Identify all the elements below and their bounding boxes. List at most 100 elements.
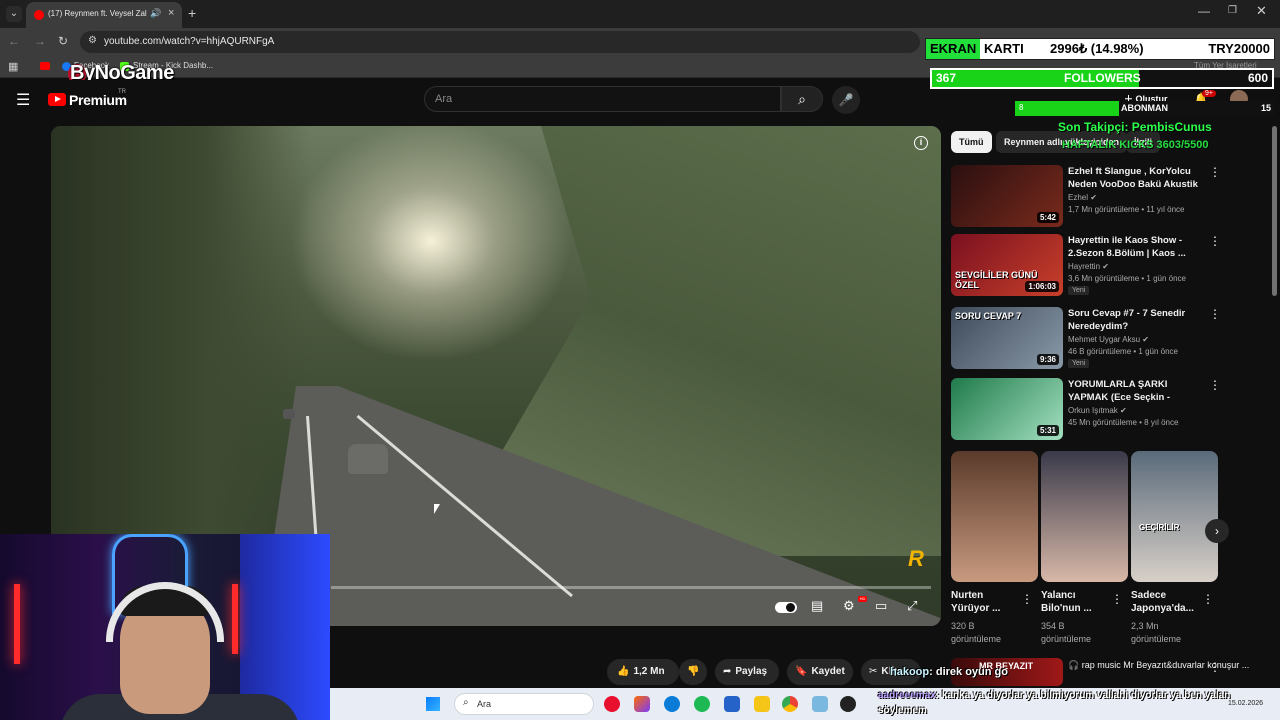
theater-mode-icon[interactable]: ▭ <box>875 598 887 614</box>
youtube-favicon-icon <box>34 10 44 20</box>
obs-icon[interactable] <box>840 696 856 712</box>
hamburger-menu-icon[interactable]: ☰ <box>16 90 30 110</box>
store-icon[interactable] <box>724 696 740 712</box>
sidebar-scrollbar[interactable] <box>1272 126 1277 296</box>
search-placeholder: Ara <box>435 93 453 105</box>
windows-start-icon[interactable] <box>426 697 440 711</box>
chat-message: aadreeemax: kanka ya diyorlar ya bilmiyo… <box>878 688 1278 718</box>
video-duration: 9:36 <box>1036 354 1059 365</box>
like-button[interactable]: 👍 1,2 Mn <box>607 659 679 685</box>
video-meta: 1,7 Mn görüntüleme • 11 yıl önce <box>1068 205 1185 214</box>
omnibox[interactable]: ⚙ youtube.com/watch?v=hhjAQURNFgA <box>80 31 920 53</box>
more-options-icon[interactable]: ⋮ <box>1209 234 1221 248</box>
tab-close-icon[interactable]: × <box>168 7 174 19</box>
apps-grid-icon[interactable]: ▦ <box>8 60 18 73</box>
forward-arrow-icon[interactable]: → <box>34 34 46 48</box>
video-progress-bar[interactable] <box>331 586 931 589</box>
video-thumbnail[interactable]: 5:31 <box>951 378 1063 440</box>
save-button[interactable]: 🔖 Kaydet <box>787 659 853 685</box>
minimize-icon[interactable]: — <box>1198 4 1210 18</box>
channel-label: Mehmet Uygar Aksu <box>1068 335 1141 344</box>
url-text[interactable]: youtube.com/watch?v=hhjAQURNFgA <box>104 36 274 47</box>
file-explorer-icon[interactable] <box>754 696 770 712</box>
video-title[interactable]: Hayrettin ile Kaos Show - 2.Sezon 8.Bölü… <box>1068 234 1208 260</box>
browser-tab[interactable]: (17) Reynmen ft. Veysel Zal 🔊 × <box>26 2 182 28</box>
region-code: TR <box>118 89 126 95</box>
more-options-icon[interactable]: ⋮ <box>1209 165 1221 179</box>
video-title[interactable]: Soru Cevap #7 - 7 Senedir Neredeydim? <box>1068 307 1208 333</box>
reload-icon[interactable]: ↻ <box>58 34 68 48</box>
goal-current-amount: 2996₺ (14.98%) <box>1050 41 1144 56</box>
app-icon[interactable] <box>812 696 828 712</box>
followers-current: 367 <box>936 71 957 85</box>
more-options-icon[interactable]: ⋮ <box>1209 660 1221 674</box>
video-title[interactable]: YORUMLARLA ŞARKI YAPMAK (Ece Seçkin - Ad… <box>1068 378 1208 404</box>
autoplay-toggle[interactable] <box>775 602 797 613</box>
back-arrow-icon[interactable]: ← <box>8 34 20 48</box>
shorts-title[interactable]: Yalancı Bilo'nun ... <box>1041 589 1111 615</box>
speaker-icon[interactable]: 🔊 <box>150 8 161 19</box>
channel-name[interactable]: Ezhel ✔ <box>1068 193 1097 202</box>
chrome-icon[interactable] <box>782 696 798 712</box>
video-title[interactable]: Ezhel ft Slangue , KorYolcu Neden VooDoo… <box>1068 165 1208 191</box>
youtube-bookmark-icon[interactable] <box>40 62 50 70</box>
more-options-icon[interactable]: ⋮ <box>1111 592 1123 606</box>
subscription-goal-bar: 8 ABONMAN 15 <box>1015 101 1275 116</box>
new-tab-icon[interactable]: + <box>188 5 196 21</box>
recommendation-item[interactable]: SEVGİLİLER GÜNÜ ÖZEL 1:06:03 Hayrettin i… <box>951 234 1271 298</box>
taskbar-search-input[interactable]: ⌕ Ara <box>454 693 594 715</box>
spotify-icon[interactable] <box>694 696 710 712</box>
search-input[interactable]: Ara <box>424 86 781 112</box>
dislike-button[interactable]: 👎 <box>679 659 707 685</box>
shorts-thumbnail[interactable]: GEÇİRİLİR <box>1131 451 1218 582</box>
chip-all[interactable]: Tümü <box>951 131 992 153</box>
fullscreen-icon[interactable]: ⤢ <box>907 598 917 614</box>
more-options-icon[interactable]: ⋮ <box>1202 592 1214 606</box>
channel-name[interactable]: Orkun Işıtmak ✔ <box>1068 406 1127 415</box>
chat-username: hakoop <box>890 666 930 678</box>
video-title[interactable]: 🎧 rap music Mr Beyazıt&duvarlar konuşur … <box>1068 660 1249 671</box>
settings-gear-icon[interactable]: ⚙ <box>843 598 855 614</box>
shorts-thumbnail[interactable] <box>951 451 1038 582</box>
channel-name[interactable]: Mehmet Uygar Aksu ✔ <box>1068 335 1149 344</box>
voice-search-button[interactable]: 🎤 <box>832 86 860 114</box>
shorts-title[interactable]: Nurten Yürüyor ... <box>951 589 1021 615</box>
window-close-icon[interactable]: ✕ <box>1256 3 1267 19</box>
channel-label: Hayrettin <box>1068 262 1101 271</box>
youtube-logo-icon[interactable] <box>48 93 66 106</box>
video-thumbnail[interactable]: 5:42 <box>951 165 1063 227</box>
info-icon[interactable]: i <box>914 136 928 150</box>
shorts-title[interactable]: Sadece Japonya'da... <box>1131 589 1201 615</box>
goal-karti-label: KARTI <box>984 41 1024 56</box>
shorts-thumbnail[interactable] <box>1041 451 1128 582</box>
media-app-icon[interactable] <box>604 696 620 712</box>
restore-icon[interactable]: ❐ <box>1228 5 1237 16</box>
edge-icon[interactable] <box>664 696 680 712</box>
copilot-icon[interactable] <box>634 696 650 712</box>
search-icon: ⌕ <box>798 91 806 107</box>
site-info-icon[interactable]: ⚙ <box>88 35 97 46</box>
search-icon: ⌕ <box>463 697 469 708</box>
more-options-icon[interactable]: ⋮ <box>1209 307 1221 321</box>
search-button[interactable]: ⌕ <box>781 86 823 112</box>
thumbnail-caption: GEÇİRİLİR <box>1139 523 1180 532</box>
subs-current: 8 <box>1019 103 1024 112</box>
video-thumbnail[interactable]: SEVGİLİLER GÜNÜ ÖZEL 1:06:03 <box>951 234 1063 296</box>
tab-search-button[interactable]: ⌄ <box>6 6 22 22</box>
video-thumbnail[interactable]: SORU CEVAP 7 9:36 <box>951 307 1063 369</box>
recommendation-item[interactable]: SORU CEVAP 7 9:36 Soru Cevap #7 - 7 Sene… <box>951 307 1271 371</box>
subtitles-icon[interactable]: ▤ <box>811 598 823 614</box>
share-button[interactable]: ➦ Paylaş <box>715 659 779 685</box>
goal-ekran-label: EKRAN <box>926 39 980 59</box>
more-options-icon[interactable]: ⋮ <box>1021 592 1033 606</box>
recommendation-item[interactable]: 5:42 Ezhel ft Slangue , KorYolcu Neden V… <box>951 165 1271 229</box>
like-count: 1,2 Mn <box>633 666 665 677</box>
graphics-card-donation-goal: EKRAN KARTI 2996₺ (14.98%) TRY20000 <box>925 38 1275 60</box>
shorts-next-arrow-icon[interactable]: › <box>1205 519 1229 543</box>
save-label: Kaydet <box>811 666 845 677</box>
channel-name[interactable]: Hayrettin ✔ <box>1068 262 1109 271</box>
notification-badge: 9+ <box>1202 90 1216 97</box>
more-options-icon[interactable]: ⋮ <box>1209 378 1221 392</box>
recommendation-item[interactable]: 5:31 YORUMLARLA ŞARKI YAPMAK (Ece Seçkin… <box>951 378 1271 442</box>
chat-message: hakoop: direk oyun go <box>890 666 1008 678</box>
